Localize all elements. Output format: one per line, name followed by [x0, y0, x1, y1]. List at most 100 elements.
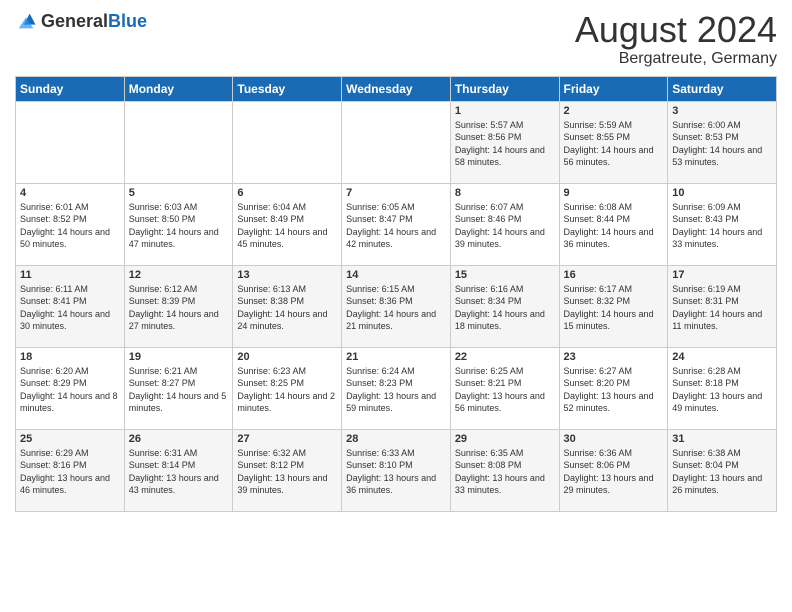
col-thursday: Thursday — [450, 76, 559, 101]
cell-content: Sunrise: 6:36 AM Sunset: 8:06 PM Dayligh… — [564, 447, 664, 497]
col-tuesday: Tuesday — [233, 76, 342, 101]
logo-text: GeneralBlue — [41, 11, 147, 32]
cell-content: Sunrise: 6:08 AM Sunset: 8:44 PM Dayligh… — [564, 201, 664, 251]
cell-content: Sunrise: 6:01 AM Sunset: 8:52 PM Dayligh… — [20, 201, 120, 251]
calendar-cell: 1 Sunrise: 5:57 AM Sunset: 8:56 PM Daylig… — [450, 101, 559, 183]
calendar-cell: 24Sunrise: 6:28 AM Sunset: 8:18 PM Dayli… — [668, 347, 777, 429]
cell-content: Sunrise: 6:24 AM Sunset: 8:23 PM Dayligh… — [346, 365, 446, 415]
cell-content: Sunrise: 6:13 AM Sunset: 8:38 PM Dayligh… — [237, 283, 337, 333]
cell-content: Sunrise: 6:09 AM Sunset: 8:43 PM Dayligh… — [672, 201, 772, 251]
logo-blue: Blue — [108, 11, 147, 31]
calendar-cell: 18Sunrise: 6:20 AM Sunset: 8:29 PM Dayli… — [16, 347, 125, 429]
col-sunday: Sunday — [16, 76, 125, 101]
day-number: 11 — [20, 269, 120, 281]
calendar-week-3: 11 Sunrise: 6:11 AM Sunset: 8:41 PM Dayli… — [16, 265, 777, 347]
calendar-cell: 14Sunrise: 6:15 AM Sunset: 8:36 PM Dayli… — [342, 265, 451, 347]
month-title: August 2024 — [575, 10, 777, 50]
cell-content: Sunrise: 5:57 AM Sunset: 8:56 PM Dayligh… — [455, 119, 555, 169]
calendar-cell: 19Sunrise: 6:21 AM Sunset: 8:27 PM Dayli… — [124, 347, 233, 429]
day-number: 17 — [672, 269, 772, 281]
day-number: 7 — [346, 187, 446, 199]
cell-content: Sunrise: 6:27 AM Sunset: 8:20 PM Dayligh… — [564, 365, 664, 415]
cell-content: Sunrise: 6:25 AM Sunset: 8:21 PM Dayligh… — [455, 365, 555, 415]
day-number: 24 — [672, 351, 772, 363]
day-number: 5 — [129, 187, 229, 199]
day-number: 29 — [455, 433, 555, 445]
cell-content: Sunrise: 6:19 AM Sunset: 8:31 PM Dayligh… — [672, 283, 772, 333]
cell-content: Sunrise: 6:12 AM Sunset: 8:39 PM Dayligh… — [129, 283, 229, 333]
day-number: 10 — [672, 187, 772, 199]
day-number: 21 — [346, 351, 446, 363]
calendar-week-2: 4Sunrise: 6:01 AM Sunset: 8:52 PM Daylig… — [16, 183, 777, 265]
cell-content: Sunrise: 6:33 AM Sunset: 8:10 PM Dayligh… — [346, 447, 446, 497]
day-number: 19 — [129, 351, 229, 363]
calendar-cell: 22 Sunrise: 6:25 AM Sunset: 8:21 PM Dayli… — [450, 347, 559, 429]
day-number: 1 — [455, 105, 555, 117]
day-number: 9 — [564, 187, 664, 199]
cell-content: Sunrise: 6:29 AM Sunset: 8:16 PM Dayligh… — [20, 447, 120, 497]
logo: GeneralBlue — [15, 10, 147, 32]
logo-general: General — [41, 11, 108, 31]
calendar-cell: 20 Sunrise: 6:23 AM Sunset: 8:25 PM Dayli… — [233, 347, 342, 429]
calendar-cell: 9 Sunrise: 6:08 AM Sunset: 8:44 PM Daylig… — [559, 183, 668, 265]
cell-content: Sunrise: 6:31 AM Sunset: 8:14 PM Dayligh… — [129, 447, 229, 497]
logo-icon — [15, 10, 37, 32]
day-number: 8 — [455, 187, 555, 199]
header-row: Sunday Monday Tuesday Wednesday Thursday… — [16, 76, 777, 101]
location-title: Bergatreute, Germany — [575, 50, 777, 68]
cell-content: Sunrise: 6:23 AM Sunset: 8:25 PM Dayligh… — [237, 365, 337, 415]
cell-content: Sunrise: 6:38 AM Sunset: 8:04 PM Dayligh… — [672, 447, 772, 497]
day-number: 30 — [564, 433, 664, 445]
calendar-header: Sunday Monday Tuesday Wednesday Thursday… — [16, 76, 777, 101]
page-container: GeneralBlue August 2024 Bergatreute, Ger… — [0, 0, 792, 522]
calendar-cell: 21 Sunrise: 6:24 AM Sunset: 8:23 PM Dayli… — [342, 347, 451, 429]
cell-content: Sunrise: 6:04 AM Sunset: 8:49 PM Dayligh… — [237, 201, 337, 251]
calendar-cell: 17 Sunrise: 6:19 AM Sunset: 8:31 PM Dayli… — [668, 265, 777, 347]
calendar-cell: 4Sunrise: 6:01 AM Sunset: 8:52 PM Daylig… — [16, 183, 125, 265]
calendar-cell: 29 Sunrise: 6:35 AM Sunset: 8:08 PM Dayli… — [450, 429, 559, 511]
cell-content: Sunrise: 6:32 AM Sunset: 8:12 PM Dayligh… — [237, 447, 337, 497]
calendar-cell: 11 Sunrise: 6:11 AM Sunset: 8:41 PM Dayli… — [16, 265, 125, 347]
day-number: 3 — [672, 105, 772, 117]
calendar-cell: 15Sunrise: 6:16 AM Sunset: 8:34 PM Dayli… — [450, 265, 559, 347]
col-friday: Friday — [559, 76, 668, 101]
cell-content: Sunrise: 6:20 AM Sunset: 8:29 PM Dayligh… — [20, 365, 120, 415]
col-monday: Monday — [124, 76, 233, 101]
header: GeneralBlue August 2024 Bergatreute, Ger… — [15, 10, 777, 68]
calendar-week-4: 18Sunrise: 6:20 AM Sunset: 8:29 PM Dayli… — [16, 347, 777, 429]
cell-content: Sunrise: 6:03 AM Sunset: 8:50 PM Dayligh… — [129, 201, 229, 251]
day-number: 14 — [346, 269, 446, 281]
calendar-cell — [233, 101, 342, 183]
day-number: 31 — [672, 433, 772, 445]
cell-content: Sunrise: 6:05 AM Sunset: 8:47 PM Dayligh… — [346, 201, 446, 251]
calendar-cell: 5 Sunrise: 6:03 AM Sunset: 8:50 PM Daylig… — [124, 183, 233, 265]
day-number: 27 — [237, 433, 337, 445]
calendar-cell: 6Sunrise: 6:04 AM Sunset: 8:49 PM Daylig… — [233, 183, 342, 265]
cell-content: Sunrise: 6:07 AM Sunset: 8:46 PM Dayligh… — [455, 201, 555, 251]
calendar-cell: 2Sunrise: 5:59 AM Sunset: 8:55 PM Daylig… — [559, 101, 668, 183]
cell-content: Sunrise: 6:00 AM Sunset: 8:53 PM Dayligh… — [672, 119, 772, 169]
day-number: 22 — [455, 351, 555, 363]
day-number: 26 — [129, 433, 229, 445]
calendar-cell: 13 Sunrise: 6:13 AM Sunset: 8:38 PM Dayli… — [233, 265, 342, 347]
day-number: 13 — [237, 269, 337, 281]
calendar-week-1: 1 Sunrise: 5:57 AM Sunset: 8:56 PM Daylig… — [16, 101, 777, 183]
day-number: 23 — [564, 351, 664, 363]
title-area: August 2024 Bergatreute, Germany — [575, 10, 777, 68]
col-wednesday: Wednesday — [342, 76, 451, 101]
day-number: 20 — [237, 351, 337, 363]
calendar-cell: 25Sunrise: 6:29 AM Sunset: 8:16 PM Dayli… — [16, 429, 125, 511]
cell-content: Sunrise: 6:11 AM Sunset: 8:41 PM Dayligh… — [20, 283, 120, 333]
cell-content: Sunrise: 5:59 AM Sunset: 8:55 PM Dayligh… — [564, 119, 664, 169]
calendar-cell: 10 Sunrise: 6:09 AM Sunset: 8:43 PM Dayli… — [668, 183, 777, 265]
calendar-body: 1 Sunrise: 5:57 AM Sunset: 8:56 PM Daylig… — [16, 101, 777, 511]
calendar-week-5: 25Sunrise: 6:29 AM Sunset: 8:16 PM Dayli… — [16, 429, 777, 511]
calendar-cell — [342, 101, 451, 183]
day-number: 12 — [129, 269, 229, 281]
cell-content: Sunrise: 6:35 AM Sunset: 8:08 PM Dayligh… — [455, 447, 555, 497]
calendar-cell: 30 Sunrise: 6:36 AM Sunset: 8:06 PM Dayli… — [559, 429, 668, 511]
calendar-cell: 28Sunrise: 6:33 AM Sunset: 8:10 PM Dayli… — [342, 429, 451, 511]
calendar-cell: 12 Sunrise: 6:12 AM Sunset: 8:39 PM Dayli… — [124, 265, 233, 347]
calendar-cell: 26 Sunrise: 6:31 AM Sunset: 8:14 PM Dayli… — [124, 429, 233, 511]
col-saturday: Saturday — [668, 76, 777, 101]
